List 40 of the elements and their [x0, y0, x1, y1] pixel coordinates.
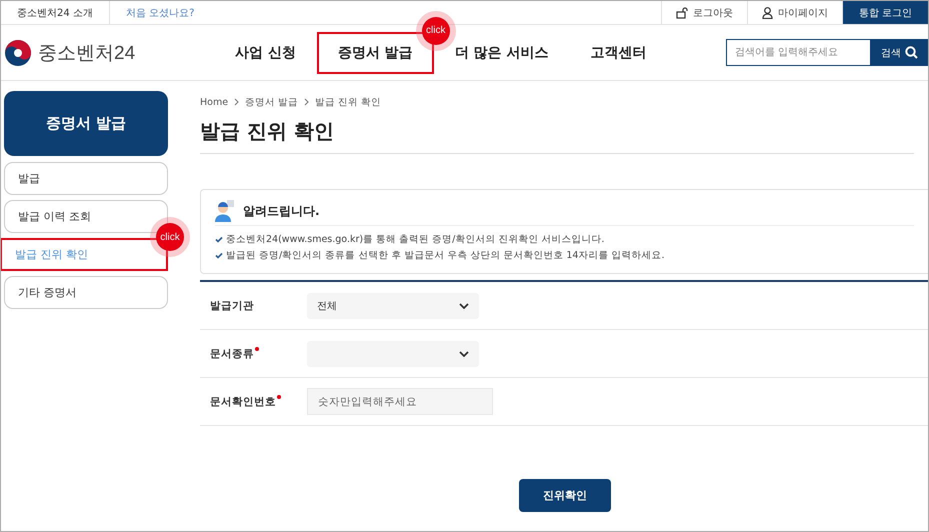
verify-button[interactable]: 진위확인	[519, 479, 611, 512]
top-link[interactable]: 처음 오셨나요?	[110, 1, 210, 24]
search-icon	[905, 46, 918, 59]
check-icon	[215, 252, 223, 258]
nav-item[interactable]: 증명서 발급	[318, 34, 432, 72]
chevron-down-icon	[459, 350, 469, 356]
notice-text: 중소벤처24(www.smes.go.kr)를 통해 출력된 증명/확인서의 진위확인 서비스입니다.	[226, 232, 604, 246]
top-link[interactable]: 중소벤처24 소개	[1, 1, 110, 24]
sidebar-item[interactable]: 발급	[4, 162, 168, 195]
notice-text: 발급된 증명/확인서의 종류를 선택한 후 발급문서 우측 상단의 문서확인번호 14자리를 입력하세요.	[226, 248, 665, 262]
search-button[interactable]: 검색	[871, 39, 928, 66]
page-title: 발급 진위 확인	[200, 118, 335, 145]
chevron-right-icon	[234, 98, 240, 106]
emblem-icon	[4, 38, 32, 66]
select-field[interactable]: 전체	[307, 292, 479, 318]
lock-icon	[676, 6, 688, 18]
notice-title: 알려드립니다.	[243, 202, 320, 220]
field-label: 발급기관	[210, 298, 254, 312]
breadcrumb-link[interactable]: Home	[200, 96, 228, 108]
login-button[interactable]: 통합 로그인	[842, 1, 928, 24]
field-label: 문서종류	[210, 346, 254, 360]
chevron-down-icon	[459, 302, 469, 308]
breadcrumb-link[interactable]: 발급 진위 확인	[315, 96, 382, 108]
site-logo[interactable]: 중소벤처24	[38, 40, 136, 66]
click-badge: click	[422, 16, 450, 44]
sidebar-item[interactable]: 기타 증명서	[4, 276, 168, 309]
sidebar-title: 증명서 발급	[4, 91, 168, 156]
click-badge: click	[156, 223, 184, 251]
chevron-right-icon	[304, 98, 310, 106]
nav-item[interactable]: 고객센터	[570, 32, 668, 74]
avatar-icon	[215, 200, 235, 222]
breadcrumb-link[interactable]: 증명서 발급	[245, 96, 298, 108]
search-field[interactable]: 검색어를 입력해주세요	[726, 39, 871, 66]
person-icon	[762, 6, 773, 18]
input-field[interactable]: 숫자만입력해주세요	[307, 388, 493, 415]
nav-item[interactable]: 사업 신청	[214, 32, 317, 74]
logout-link[interactable]: 로그아웃	[660, 1, 747, 24]
check-icon	[215, 236, 223, 242]
field-label: 문서확인번호	[210, 394, 276, 408]
select-field[interactable]	[307, 340, 479, 366]
